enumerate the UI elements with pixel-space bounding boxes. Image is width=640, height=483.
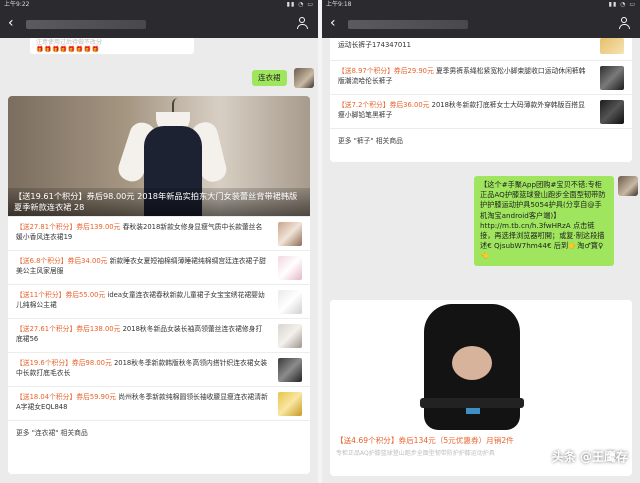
left-chat-screen: 上午9:22 ▮▮ ◔ ▭ ‹ 注意使用过后待做不改分 🎁🎁🎁🎁🎁🎁🎁🎁 连衣裙 [0,0,318,483]
chat-header: ‹ [0,10,318,38]
back-arrow-icon[interactable]: ‹ [8,15,14,31]
product-thumbnail [278,392,302,416]
list-item[interactable]: 运动长裤子174347011 [330,38,632,60]
back-arrow-icon[interactable]: ‹ [330,15,336,31]
list-item[interactable]: 【送27.61个积分】券后138.00元 2018秋冬新品女装长袖高领蕾丝连衣裙… [8,318,310,352]
list-item[interactable]: 【送7.2个积分】券后36.00元 2018秋冬新款打底裤女士大码薄款外穿韩版百… [330,94,632,128]
hero-product[interactable]: 【送19.61个积分】券后98.00元 2018年新品实拍东大门女装蕾丝背带裙韩… [8,96,310,216]
user-message-bubble: 连衣裙 [252,70,287,86]
knee-pad-photo [412,300,532,430]
profile-icon[interactable] [296,17,308,30]
status-bar: 上午9:18 ▮▮ ◔ ▭ [322,0,640,10]
more-products-link[interactable]: 更多 "裤子" 相关商品 [330,128,632,148]
chat-title-blurred [26,20,146,29]
watermark-text: 头条 @王鹰存 [551,450,628,464]
screenshot-composite: 上午9:22 ▮▮ ◔ ▭ ‹ 注意使用过后待做不改分 🎁🎁🎁🎁🎁🎁🎁🎁 连衣裙 [0,0,640,483]
list-item[interactable]: 【送8.97个积分】券后29.90元 夏季男裤系绳松紧宽松小脚束腿收口运动休闲裤… [330,60,632,94]
hero-caption: 【送19.61个积分】券后98.00元 2018年新品实拍东大门女装蕾丝背带裙韩… [8,188,310,216]
user-avatar[interactable] [294,68,314,88]
product-thumbnail [600,38,624,54]
status-time: 上午9:18 [326,1,352,8]
status-icons: ▮▮ ◔ ▭ [286,1,314,8]
list-item[interactable]: 【送27.81个积分】券后139.00元 春秋装2018新款女修身显瘦气质中长款… [8,216,310,250]
chat-title-blurred [348,20,468,29]
product-thumbnail [600,66,624,90]
product-thumbnail [600,100,624,124]
product-thumbnail [278,324,302,348]
right-chat-screen: 上午9:18 ▮▮ ◔ ▭ ‹ 运动长裤子174347011 【送8.97个积分… [322,0,640,483]
chat-header: ‹ [322,10,640,38]
status-icons: ▮▮ ◔ ▭ [608,1,636,8]
status-bar: 上午9:22 ▮▮ ◔ ▭ [0,0,318,10]
list-item[interactable]: 【送11个积分】券后55.00元 idea女童连衣裙春秋新款儿童裙子女宝宝绣花裙… [8,284,310,318]
product-caption: 【送4.69个积分】券后134元（5元优惠券）月销2件 [336,436,514,445]
product-thumbnail [278,256,302,280]
gift-icons: 🎁🎁🎁🎁🎁🎁🎁🎁 [36,46,100,53]
list-item[interactable]: 【送19.6个积分】券后98.00元 2018秋冬季新款韩版秋冬高领内搭针织连衣… [8,352,310,386]
bot-notice-bubble: 注意使用过后待做不改分 🎁🎁🎁🎁🎁🎁🎁🎁 [30,38,194,54]
product-thumbnail [278,358,302,382]
product-list-card: 【送19.61个积分】券后98.00元 2018年新品实拍东大门女装蕾丝背带裙韩… [8,96,310,474]
profile-icon[interactable] [618,17,630,30]
user-message-bubble: 【这个#手聚App团购#宝贝不错:专柜正品AQ护膝篮球登山跑步全面型韧带防护护膝… [474,176,614,266]
product-thumbnail [278,290,302,314]
list-item[interactable]: 【送18.04个积分】券后59.90元 尚州秋冬季新款纯棉圆领长袖收腰显瘦连衣裙… [8,386,310,420]
notice-text: 注意使用过后待做不改分 [36,39,103,46]
more-products-link[interactable]: 更多 "连衣裙" 相关商品 [8,420,310,440]
product-thumbnail [278,222,302,246]
status-time: 上午9:22 [4,1,30,8]
user-avatar[interactable] [618,176,638,196]
product-image [330,300,632,430]
list-item[interactable]: 【送6.8个积分】券后34.00元 新款睡衣女夏短袖棉绸薄睡裙纯棉绸宫廷连衣裙子… [8,250,310,284]
product-list-card: 运动长裤子174347011 【送8.97个积分】券后29.90元 夏季男裤系绳… [330,38,632,162]
